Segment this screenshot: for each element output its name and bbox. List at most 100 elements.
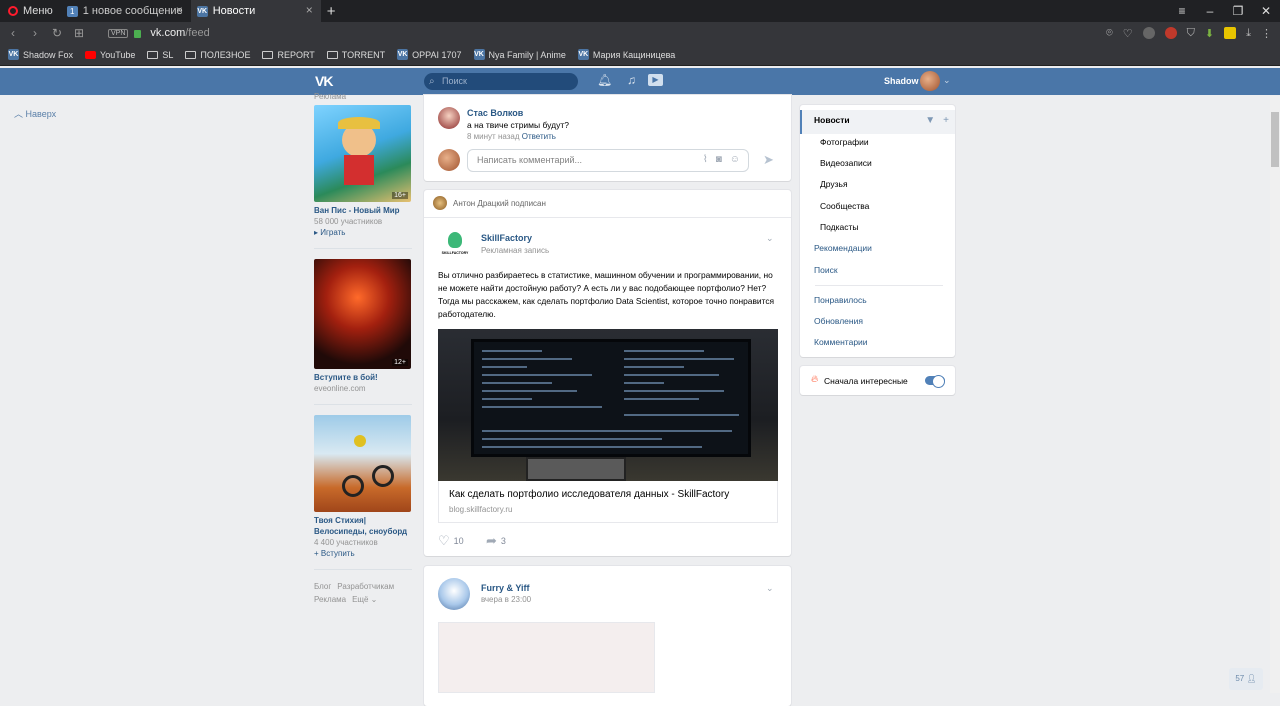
ad-title[interactable]: Вступите в бой!: [314, 372, 412, 383]
window-close-icon[interactable]: ✕: [1252, 4, 1280, 18]
ad-image[interactable]: [314, 415, 411, 512]
menu-item-photos[interactable]: Фотографии: [820, 137, 869, 147]
comment-author[interactable]: Стас Волков: [467, 108, 523, 118]
heart-icon: ♡: [438, 533, 450, 548]
ad-block[interactable]: 16+ Ван Пис - Новый Мир 58 000 участнико…: [314, 105, 412, 238]
interesting-first-switch[interactable]: [925, 375, 945, 388]
close-icon[interactable]: ×: [176, 3, 183, 17]
browser-menu-button[interactable]: Меню: [0, 0, 61, 22]
menu-item-news-label[interactable]: Новости: [814, 115, 850, 125]
bookmark-item[interactable]: VK OPPAI 1707: [397, 49, 462, 60]
camera-icon[interactable]: ⌾: [1106, 27, 1113, 40]
header-user-name[interactable]: Shadow: [884, 76, 919, 86]
ad-image[interactable]: 12+: [314, 259, 411, 369]
smile-icon[interactable]: ☺: [730, 154, 740, 165]
skillfactory-logo[interactable]: SKILLFACTORY: [438, 229, 472, 263]
avatar[interactable]: [920, 71, 940, 91]
tab-menu-icon[interactable]: ≡: [1168, 4, 1196, 18]
search-input[interactable]: ⌕ Поиск: [424, 73, 578, 90]
online-friends-button[interactable]: 57 👤︎: [1229, 668, 1263, 690]
avatar[interactable]: [438, 578, 470, 610]
close-icon[interactable]: ×: [306, 3, 313, 17]
post-author[interactable]: SkillFactory: [481, 233, 532, 243]
ad-play-button[interactable]: ▸ Играть: [314, 227, 412, 238]
chevron-down-icon[interactable]: ⌄: [766, 233, 774, 244]
menu-item-comments[interactable]: Комментарии: [814, 337, 868, 347]
footer-link-developers[interactable]: Разработчикам: [337, 582, 394, 591]
bookmark-folder[interactable]: TORRENT: [326, 50, 385, 60]
lock-icon[interactable]: [134, 30, 142, 38]
speed-dial-grid-icon[interactable]: ⊞: [68, 26, 90, 40]
video-play-icon[interactable]: ▶: [648, 74, 663, 86]
minimize-icon[interactable]: –: [1196, 4, 1224, 18]
bookmark-folder[interactable]: REPORT: [262, 49, 315, 60]
reply-link[interactable]: Ответить: [522, 132, 556, 141]
shield-icon[interactable]: ⛉: [1187, 27, 1195, 40]
menu-dots-icon[interactable]: ⋮: [1261, 27, 1272, 40]
footer-link-blog[interactable]: Блог: [314, 582, 331, 591]
footer-link-ads[interactable]: Реклама: [314, 595, 346, 604]
music-note-icon[interactable]: ♫: [627, 73, 636, 87]
bookmark-item[interactable]: VK Shadow Fox: [8, 49, 73, 60]
menu-item-search[interactable]: Поиск: [814, 265, 838, 275]
forward-arrow-icon[interactable]: ›: [24, 26, 46, 40]
back-arrow-icon[interactable]: ‹: [2, 26, 24, 40]
restore-icon[interactable]: ❐: [1224, 4, 1252, 18]
send-icon[interactable]: ➤: [763, 152, 774, 168]
bookmark-item[interactable]: VK Мария Кащиницева: [577, 49, 675, 60]
camera-icon[interactable]: ◙: [716, 154, 722, 165]
scroll-to-top-link[interactable]: ︿ Наверх: [14, 107, 56, 120]
menu-item-updates[interactable]: Обновления: [814, 316, 863, 326]
menu-item-communities[interactable]: Сообщества: [820, 201, 869, 211]
ad-image[interactable]: 16+: [314, 105, 411, 202]
bookmark-folder[interactable]: ПОЛЕЗНОЕ: [185, 50, 250, 60]
like-button[interactable]: ♡ 10: [438, 533, 464, 549]
link-preview-image[interactable]: [438, 329, 778, 481]
menu-item-friends[interactable]: Друзья: [820, 179, 848, 189]
tab-news[interactable]: VK Новости ×: [190, 0, 321, 22]
share-button[interactable]: ➦ 3: [486, 533, 506, 549]
menu-item-recommendations[interactable]: Рекомендации: [814, 243, 872, 253]
heart-icon[interactable]: ♡: [1123, 27, 1133, 40]
ad-block[interactable]: Твоя Стихия| Велосипеды, сноуборд 4 400 …: [314, 415, 412, 559]
link-title[interactable]: Как сделать портфолио исследователя данн…: [449, 489, 729, 500]
menu-item-podcasts[interactable]: Подкасты: [820, 222, 859, 232]
url-field[interactable]: vk.com/feed: [150, 27, 209, 39]
ad-block[interactable]: 12+ Вступите в бой! eveonline.com: [314, 259, 412, 394]
extension-icon[interactable]: [1142, 27, 1155, 39]
plus-icon[interactable]: +: [943, 115, 949, 126]
comment-input[interactable]: Написать комментарий... ⌇ ◙ ☺: [467, 149, 749, 172]
chevron-down-icon[interactable]: ⌄: [766, 583, 774, 594]
footer-link-more[interactable]: Ещё ⌄: [352, 595, 377, 604]
tab-messages[interactable]: 1 1 новое сообщение ×: [61, 0, 191, 22]
ad-title[interactable]: Твоя Стихия| Велосипеды, сноуборд: [314, 515, 412, 537]
paperclip-icon[interactable]: ⌇: [703, 154, 708, 165]
folder-icon: [147, 50, 159, 59]
avatar[interactable]: [438, 107, 460, 129]
post-image[interactable]: [438, 622, 655, 693]
vpn-badge[interactable]: VPN: [108, 28, 129, 38]
bookmark-item[interactable]: VK Nya Family | Anime: [473, 49, 566, 60]
vk-logo[interactable]: VK: [315, 73, 333, 89]
page-scrollbar[interactable]: [1270, 96, 1280, 693]
bell-icon[interactable]: 🔔︎: [597, 73, 612, 87]
yandex-extension-icon[interactable]: [1224, 27, 1237, 39]
downloads-icon[interactable]: ⤓: [1246, 27, 1251, 40]
scrollbar-thumb[interactable]: [1271, 112, 1279, 167]
bookmark-item[interactable]: YouTube: [85, 50, 135, 60]
new-tab-plus-icon[interactable]: +: [327, 3, 336, 20]
avatar[interactable]: [433, 196, 447, 210]
menu-item-videos[interactable]: Видеозаписи: [820, 158, 872, 168]
bookmark-folder[interactable]: SL: [147, 50, 173, 60]
extension-red-icon[interactable]: [1164, 27, 1177, 39]
reload-icon[interactable]: ↻: [46, 26, 68, 40]
link-preview-box[interactable]: Как сделать портфолио исследователя данн…: [438, 481, 778, 523]
ad-title[interactable]: Ван Пис - Новый Мир: [314, 205, 412, 216]
post-author[interactable]: Furry & Yiff: [481, 583, 530, 593]
ad-join-button[interactable]: + Вступить: [314, 548, 412, 559]
menu-item-liked[interactable]: Понравилось: [814, 295, 867, 305]
filter-icon[interactable]: ▼: [925, 115, 935, 126]
bookmark-label: REPORT: [277, 49, 315, 60]
download-arrow-icon[interactable]: ⬇: [1205, 27, 1214, 40]
chevron-down-icon[interactable]: ⌄: [943, 75, 951, 86]
